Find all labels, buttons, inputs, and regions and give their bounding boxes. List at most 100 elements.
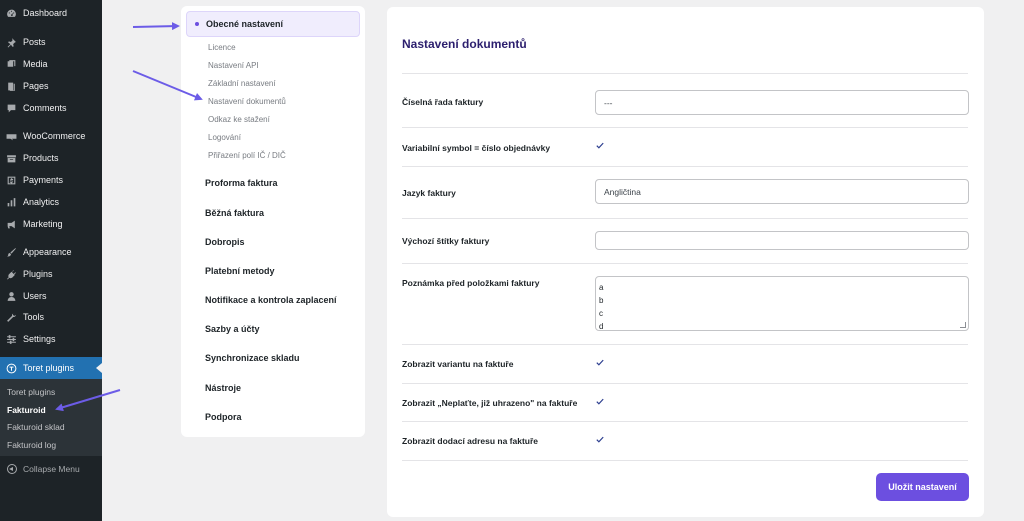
collapse-arrow-icon	[7, 464, 17, 474]
bar-chart-icon	[6, 197, 17, 208]
sidebar-item-plugins[interactable]: Plugins	[0, 263, 102, 285]
textarea-line: d	[599, 322, 604, 331]
checkmark-icon	[596, 398, 604, 405]
nav-item-podpora[interactable]: Podpora	[205, 412, 242, 422]
collapse-menu-label: Collapse Menu	[23, 464, 80, 474]
default-tags-input[interactable]	[595, 231, 969, 250]
divider	[402, 166, 968, 167]
field-label-note-before-items: Poznámka před položkami faktury	[402, 278, 540, 288]
divider	[402, 73, 968, 74]
textarea-line: c	[599, 309, 603, 318]
divider	[402, 127, 968, 128]
nav-sub-nastaveni-dokumentu[interactable]: Nastavení dokumentů	[208, 97, 286, 106]
brush-icon	[6, 247, 17, 258]
nav-item-bezna-faktura[interactable]: Běžná faktura	[205, 208, 264, 218]
nav-active-label: Obecné nastavení	[206, 19, 284, 29]
field-label-variable-symbol: Variabilní symbol = číslo objednávky	[402, 143, 551, 153]
sidebar-item-settings[interactable]: Settings	[0, 328, 102, 350]
note-before-items-textarea[interactable]: a b c d	[595, 276, 969, 331]
sidebar-item-media[interactable]: Media	[0, 53, 102, 75]
dollar-icon	[6, 175, 17, 186]
sidebar-item-label: Tools	[23, 312, 45, 322]
nav-sub-prirazeni-poli[interactable]: Přiřazení polí IČ / DIČ	[208, 151, 286, 160]
field-label-invoice-language: Jazyk faktury	[402, 188, 456, 198]
sliders-icon	[6, 334, 17, 345]
nav-item-proforma-faktura[interactable]: Proforma faktura	[205, 178, 278, 188]
field-label-show-delivery-address: Zobrazit dodací adresu na faktuře	[402, 436, 539, 446]
divider	[402, 460, 968, 461]
settings-content-panel: Nastavení dokumentů Číselná řada faktury…	[387, 7, 984, 517]
nav-item-dobropis[interactable]: Dobropis	[205, 237, 245, 247]
sidebar-item-label: Pages	[23, 81, 49, 91]
sidebar-item-label: Payments	[23, 175, 64, 185]
sidebar-item-label: Plugins	[23, 269, 53, 279]
sidebar-item-woocommerce[interactable]: WooCommerce	[0, 125, 102, 147]
invoice-language-select[interactable]: Angličtina	[595, 179, 969, 204]
divider	[402, 421, 968, 422]
show-variant-checkbox[interactable]	[596, 358, 604, 366]
sidebar-item-label: Toret plugins	[23, 363, 75, 373]
variable-symbol-checkbox[interactable]	[596, 141, 604, 149]
sidebar-item-toret-plugins[interactable]: Toret plugins	[0, 357, 102, 379]
sidebar-item-label: Products	[23, 153, 59, 163]
sidebar-item-analytics[interactable]: Analytics	[0, 191, 102, 213]
sidebar-item-comments[interactable]: Comments	[0, 97, 102, 119]
sidebar-item-marketing[interactable]: Marketing	[0, 213, 102, 235]
nav-item-obecne-nastaveni[interactable]: Obecné nastavení	[186, 11, 360, 37]
checkmark-icon	[596, 436, 604, 443]
pages-icon	[6, 81, 17, 92]
divider	[402, 383, 968, 384]
pin-icon	[6, 37, 17, 48]
nav-item-sazby-a-ucty[interactable]: Sazby a účty	[205, 324, 260, 334]
nav-sub-zakladni-nastaveni[interactable]: Základní nastavení	[208, 79, 276, 88]
nav-sub-licence[interactable]: Licence	[208, 43, 236, 52]
nav-sub-odkaz-ke-stazeni[interactable]: Odkaz ke stažení	[208, 115, 270, 124]
media-icon	[6, 59, 17, 70]
dashboard-icon	[6, 8, 17, 19]
submenu-item-fakturoid[interactable]: Fakturoid	[7, 405, 46, 415]
submenu-item-fakturoid-sklad[interactable]: Fakturoid sklad	[7, 422, 65, 432]
submenu-item-fakturoid-log[interactable]: Fakturoid log	[7, 440, 56, 450]
nav-sub-nastaveni-api[interactable]: Nastavení API	[208, 61, 259, 70]
sidebar-item-products[interactable]: Products	[0, 147, 102, 169]
submenu-item-toret-plugins[interactable]: Toret plugins	[7, 387, 55, 397]
save-settings-button[interactable]: Uložit nastavení	[876, 473, 969, 501]
admin-sidebar: Dashboard Posts Media Pages Comments Woo…	[0, 0, 102, 521]
sidebar-item-label: Posts	[23, 37, 46, 47]
nav-item-nastroje[interactable]: Nástroje	[205, 383, 241, 393]
nav-sub-logovani[interactable]: Logování	[208, 133, 241, 142]
sidebar-item-dashboard[interactable]: Dashboard	[0, 2, 102, 24]
nav-item-notifikace[interactable]: Notifikace a kontrola zaplacení	[205, 295, 337, 305]
sidebar-item-label: Analytics	[23, 197, 60, 207]
active-dot-icon	[195, 22, 199, 26]
checkmark-icon	[596, 142, 604, 149]
sidebar-item-appearance[interactable]: Appearance	[0, 241, 102, 263]
user-icon	[6, 291, 17, 302]
plugin-settings-nav: Obecné nastavení Licence Nastavení API Z…	[181, 6, 365, 437]
sidebar-item-users[interactable]: Users	[0, 285, 102, 307]
sidebar-item-label: Settings	[23, 334, 56, 344]
field-label-show-variant: Zobrazit variantu na faktuře	[402, 359, 514, 369]
field-label-default-tags: Výchozí štítky faktury	[402, 236, 490, 246]
sidebar-item-label: Users	[23, 291, 47, 301]
nav-item-synchronizace-skladu[interactable]: Synchronizace skladu	[205, 353, 300, 363]
sidebar-item-label: Appearance	[23, 247, 72, 257]
textarea-line: a	[599, 283, 604, 292]
sidebar-item-payments[interactable]: Payments	[0, 169, 102, 191]
number-series-select[interactable]: ---	[595, 90, 969, 115]
sidebar-item-posts[interactable]: Posts	[0, 31, 102, 53]
sidebar-item-label: Comments	[23, 103, 67, 113]
sidebar-item-label: Marketing	[23, 219, 63, 229]
sidebar-item-pages[interactable]: Pages	[0, 75, 102, 97]
page-title: Nastavení dokumentů	[402, 37, 527, 51]
woocommerce-icon	[6, 131, 17, 142]
nav-item-platebni-metody[interactable]: Platební metody	[205, 266, 275, 276]
sidebar-item-tools[interactable]: Tools	[0, 306, 102, 328]
show-paid-notice-checkbox[interactable]	[596, 397, 604, 405]
collapse-menu-button[interactable]: Collapse Menu	[0, 459, 102, 479]
arrow-icon	[132, 22, 180, 31]
divider	[402, 218, 968, 219]
show-delivery-address-checkbox[interactable]	[596, 435, 604, 443]
resize-grip-icon[interactable]	[960, 322, 966, 328]
field-label-show-paid-notice: Zobrazit „Neplaťte, již uhrazeno" na fak…	[402, 398, 578, 408]
